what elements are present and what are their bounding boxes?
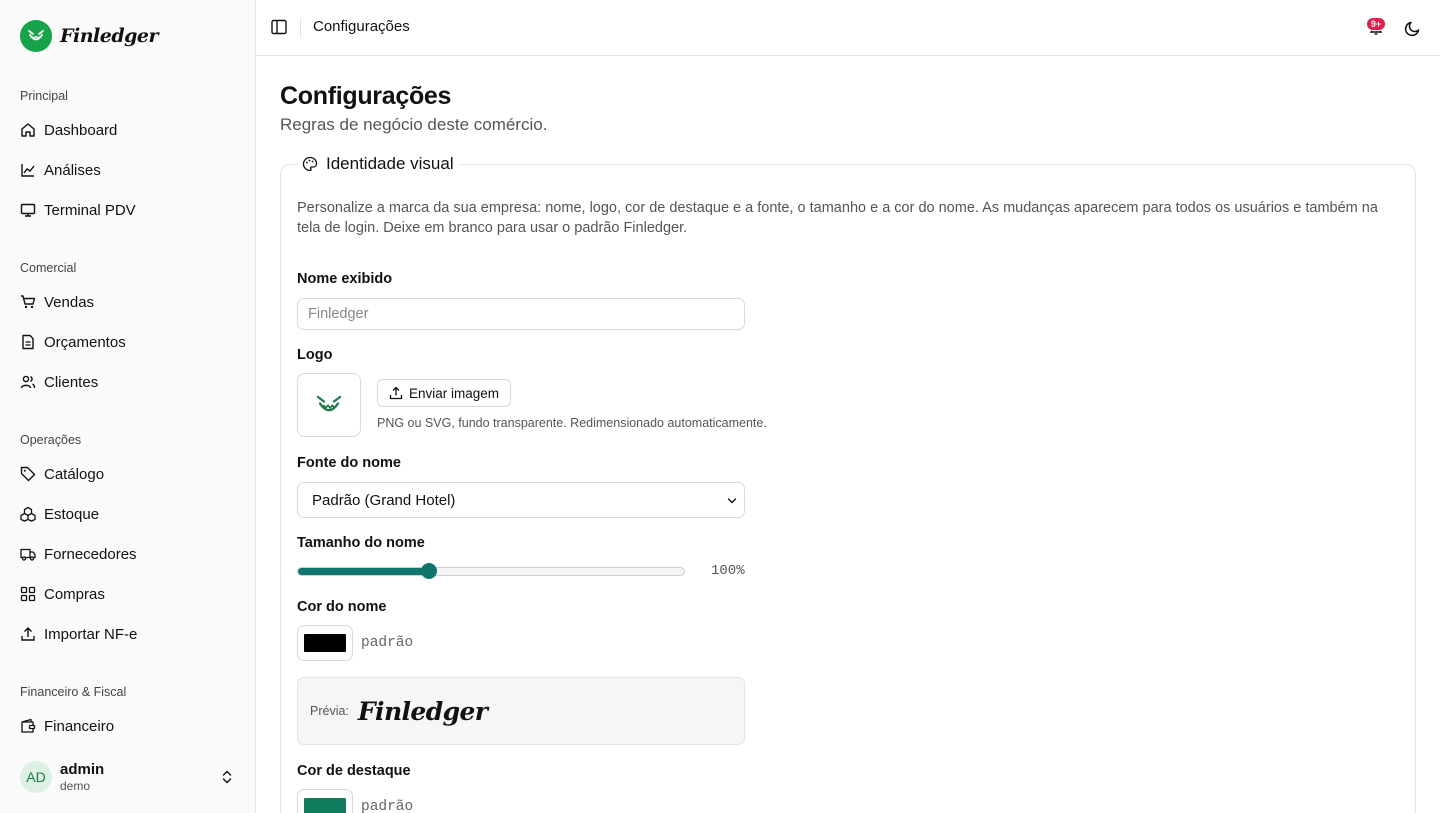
name-color-value: padrão bbox=[361, 635, 414, 651]
sidebar-item-compras[interactable]: Compras bbox=[20, 582, 105, 606]
size-label: Tamanho do nome bbox=[297, 535, 425, 551]
page-title: Configurações bbox=[280, 82, 452, 110]
sidebar-item-financeiro[interactable]: Financeiro bbox=[20, 714, 114, 738]
nav-group-label-comercial: Comercial bbox=[20, 261, 77, 275]
sidebar-item-label: Análises bbox=[44, 161, 101, 179]
brand-name: Finledger bbox=[60, 25, 159, 47]
sidebar-toggle-icon[interactable] bbox=[270, 18, 288, 36]
nav-group-label-principal: Principal bbox=[20, 89, 68, 103]
topbar-separator bbox=[300, 18, 301, 38]
nav-group-label-financeiro-fiscal: Financeiro & Fiscal bbox=[20, 685, 127, 699]
truck-icon bbox=[20, 548, 36, 561]
sidebar-item-analises[interactable]: Análises bbox=[20, 158, 101, 182]
upload-hint: PNG ou SVG, fundo transparente. Redimens… bbox=[377, 416, 767, 430]
logo-mascot-icon bbox=[316, 395, 342, 412]
topbar: Configurações 9+ bbox=[256, 0, 1440, 56]
accent-color-value: padrão bbox=[361, 799, 414, 813]
sidebar-item-label: Fornecedores bbox=[44, 545, 137, 563]
sidebar-item-label: Vendas bbox=[44, 293, 95, 311]
size-slider-track[interactable] bbox=[297, 567, 685, 576]
chart-line-icon bbox=[21, 164, 35, 177]
size-slider-fill bbox=[298, 568, 430, 575]
sidebar-item-label: Estoque bbox=[44, 505, 100, 523]
chevron-up-down-icon bbox=[222, 770, 232, 784]
accent-color-label: Cor de destaque bbox=[297, 763, 411, 779]
brand-logo-icon bbox=[20, 20, 52, 52]
font-select[interactable]: Padrão (Grand Hotel) bbox=[297, 482, 745, 518]
sidebar-item-label: Catálogo bbox=[44, 465, 105, 483]
upload-icon bbox=[389, 386, 403, 400]
sidebar-item-label: Compras bbox=[44, 585, 105, 603]
name-color-swatch bbox=[304, 634, 346, 652]
chevron-down-icon bbox=[727, 498, 737, 504]
user-org: demo bbox=[60, 779, 91, 793]
sidebar-item-label: Clientes bbox=[44, 373, 99, 391]
sidebar-item-dashboard[interactable]: Dashboard bbox=[20, 118, 117, 142]
font-label: Fonte do nome bbox=[297, 455, 401, 471]
size-slider-thumb[interactable] bbox=[420, 563, 437, 579]
avatar: AD bbox=[20, 761, 52, 793]
upload-image-label: Enviar imagem bbox=[409, 385, 500, 401]
notification-badge: 9+ bbox=[1366, 17, 1386, 31]
user-menu[interactable]: AD admin demo bbox=[20, 759, 240, 795]
tag-icon bbox=[20, 466, 36, 482]
sidebar-item-label: Terminal PDV bbox=[44, 201, 136, 219]
sidebar-item-label: Financeiro bbox=[44, 717, 115, 735]
logo-preview[interactable] bbox=[297, 373, 361, 437]
document-icon bbox=[22, 334, 34, 350]
sidebar-item-label: Dashboard bbox=[44, 121, 118, 139]
sidebar-item-orcamentos[interactable]: Orçamentos bbox=[20, 330, 126, 354]
sidebar-item-catalogo[interactable]: Catálogo bbox=[20, 462, 104, 486]
palette-icon bbox=[302, 156, 318, 172]
display-name-label: Nome exibido bbox=[297, 271, 393, 287]
monitor-icon bbox=[20, 203, 36, 217]
sidebar-item-terminal-pdv[interactable]: Terminal PDV bbox=[20, 198, 136, 222]
size-value: 100% bbox=[711, 563, 745, 579]
sidebar-item-vendas[interactable]: Vendas bbox=[20, 290, 94, 314]
sidebar-item-clientes[interactable]: Clientes bbox=[20, 370, 98, 394]
sidebar-item-label: Orçamentos bbox=[44, 333, 126, 351]
upload-image-button[interactable]: Enviar imagem bbox=[377, 379, 512, 407]
grid-icon bbox=[20, 586, 36, 602]
users-icon bbox=[20, 375, 36, 389]
identity-section-title: Identidade visual bbox=[326, 154, 454, 173]
name-color-picker[interactable] bbox=[297, 625, 353, 661]
identity-intro: Personalize a marca da sua empresa: nome… bbox=[297, 200, 1378, 236]
name-preview: Prévia: Finledger bbox=[297, 677, 745, 745]
accent-color-picker[interactable] bbox=[297, 789, 353, 813]
font-select-value: Padrão (Grand Hotel) bbox=[312, 491, 456, 509]
upload-icon bbox=[21, 627, 35, 641]
breadcrumb: Configurações bbox=[313, 18, 410, 35]
moon-icon[interactable] bbox=[1404, 19, 1422, 37]
wallet-icon bbox=[21, 718, 36, 733]
home-icon bbox=[21, 123, 35, 137]
sidebar-item-label: Importar NF-e bbox=[44, 625, 138, 643]
cart-icon bbox=[21, 295, 36, 309]
sidebar-item-estoque[interactable]: Estoque bbox=[20, 502, 99, 526]
brand[interactable]: Finledger bbox=[20, 20, 159, 52]
identity-section-legend: Identidade visual bbox=[298, 154, 460, 174]
user-name: admin bbox=[60, 761, 105, 778]
display-name-input[interactable] bbox=[297, 298, 745, 330]
sidebar-item-fornecedores[interactable]: Fornecedores bbox=[20, 542, 137, 566]
page-subtitle: Regras de negócio deste comércio. bbox=[280, 115, 548, 134]
sidebar-item-importar-nfe[interactable]: Importar NF-e bbox=[20, 622, 137, 646]
sidebar: Finledger Principal Dashboard Análises T… bbox=[0, 0, 256, 813]
name-color-label: Cor do nome bbox=[297, 599, 387, 615]
preview-name: Finledger bbox=[357, 696, 488, 726]
nav-group-label-operacoes: Operações bbox=[20, 433, 82, 447]
boxes-icon bbox=[20, 506, 36, 522]
preview-label: Prévia: bbox=[310, 704, 349, 718]
accent-color-swatch bbox=[304, 798, 346, 813]
logo-label: Logo bbox=[297, 347, 333, 363]
